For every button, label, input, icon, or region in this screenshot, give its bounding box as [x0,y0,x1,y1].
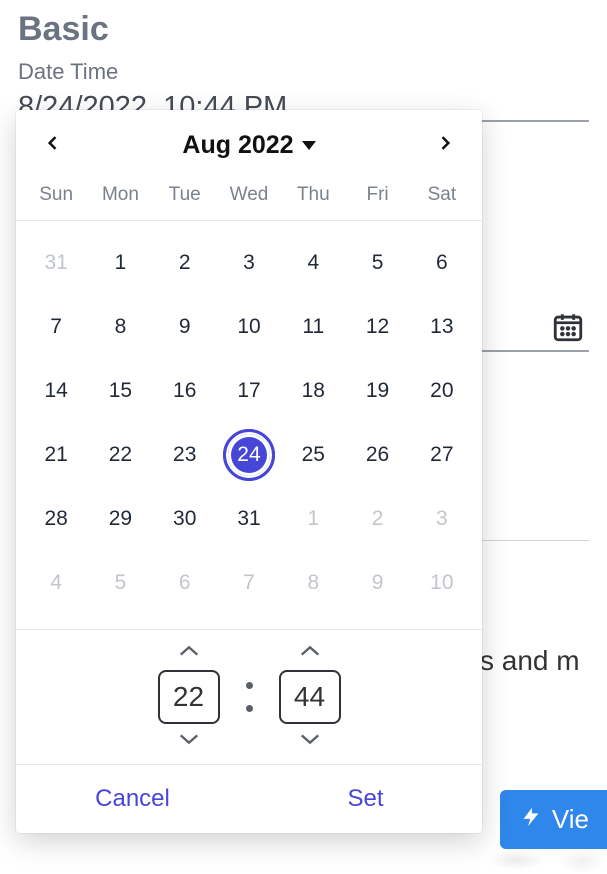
day-cell-selected[interactable]: 24 [217,423,281,487]
view-button[interactable]: Vie [500,790,607,849]
chevron-right-icon [435,133,455,158]
field-label-datetime: Date Time [18,59,589,85]
page-title: Basic [18,10,589,49]
day-cell[interactable]: 2 [153,231,217,295]
weekday-label: Thu [281,184,345,206]
day-cell[interactable]: 11 [281,295,345,359]
cancel-button[interactable]: Cancel [16,765,249,833]
day-cell[interactable]: 8 [88,295,152,359]
day-cell[interactable]: 31 [217,487,281,551]
day-cell[interactable]: 19 [345,359,409,423]
calendar-icon [551,331,585,348]
day-cell[interactable]: 4 [281,231,345,295]
time-section: 22 44 [16,629,482,764]
weekday-label: Sun [24,184,88,206]
day-cell[interactable]: 10 [217,295,281,359]
truncated-background-text: s and m [480,645,580,677]
set-button[interactable]: Set [249,765,482,833]
day-cell[interactable]: 3 [217,231,281,295]
datetime-picker: Aug 2022 Sun Mon Tue Wed Thu Fri Sat 311… [16,110,482,833]
day-cell[interactable]: 9 [153,295,217,359]
day-cell[interactable]: 29 [88,487,152,551]
day-cell[interactable]: 21 [24,423,88,487]
day-cell[interactable]: 3 [410,487,474,551]
day-cell[interactable]: 4 [24,551,88,615]
decorative-shadow [557,848,607,874]
chevron-left-icon [43,133,63,158]
day-cell[interactable]: 5 [345,231,409,295]
weekday-label: Fri [345,184,409,206]
day-cell[interactable]: 23 [153,423,217,487]
day-cell[interactable]: 25 [281,423,345,487]
day-cell[interactable]: 17 [217,359,281,423]
day-cell[interactable]: 1 [88,231,152,295]
time-colon [246,682,253,712]
month-year-selector[interactable]: Aug 2022 [182,131,315,160]
day-cell[interactable]: 18 [281,359,345,423]
day-cell[interactable]: 10 [410,551,474,615]
day-cell[interactable]: 30 [153,487,217,551]
day-cell[interactable]: 14 [24,359,88,423]
weekday-label: Tue [153,184,217,206]
weekday-label: Mon [88,184,152,206]
chevron-up-icon [178,644,200,663]
day-cell[interactable]: 27 [410,423,474,487]
day-cell[interactable]: 6 [153,551,217,615]
day-cell[interactable]: 5 [88,551,152,615]
day-cell[interactable]: 20 [410,359,474,423]
day-cell[interactable]: 6 [410,231,474,295]
caret-down-icon [302,141,316,150]
day-cell[interactable]: 26 [345,423,409,487]
lightning-icon [520,804,542,835]
weekday-label: Sat [410,184,474,206]
hour-increment-button[interactable] [176,644,202,662]
minute-increment-button[interactable] [297,644,323,662]
minute-input[interactable]: 44 [279,670,341,724]
hour-input[interactable]: 22 [158,670,220,724]
day-cell[interactable]: 16 [153,359,217,423]
day-cell[interactable]: 1 [281,487,345,551]
day-cell[interactable]: 28 [24,487,88,551]
day-cell[interactable]: 7 [217,551,281,615]
weekday-label: Wed [217,184,281,206]
day-cell[interactable]: 31 [24,231,88,295]
chevron-down-icon [299,732,321,751]
calendar-grid: 3112345678910111213141516171819202122232… [16,221,482,629]
day-cell[interactable]: 2 [345,487,409,551]
day-cell[interactable]: 12 [345,295,409,359]
day-cell[interactable]: 9 [345,551,409,615]
hour-decrement-button[interactable] [176,732,202,750]
next-month-button[interactable] [428,128,462,162]
day-cell[interactable]: 15 [88,359,152,423]
month-year-label: Aug 2022 [182,131,293,160]
day-cell[interactable]: 7 [24,295,88,359]
weekday-header: Sun Mon Tue Wed Thu Fri Sat [16,172,482,221]
day-cell[interactable]: 8 [281,551,345,615]
day-cell[interactable]: 13 [410,295,474,359]
view-button-label: Vie [552,804,589,835]
decorative-shadow [487,850,547,870]
open-calendar-button[interactable] [551,310,585,344]
prev-month-button[interactable] [36,128,70,162]
chevron-up-icon [299,644,321,663]
day-cell[interactable]: 22 [88,423,152,487]
chevron-down-icon [178,732,200,751]
minute-decrement-button[interactable] [297,732,323,750]
